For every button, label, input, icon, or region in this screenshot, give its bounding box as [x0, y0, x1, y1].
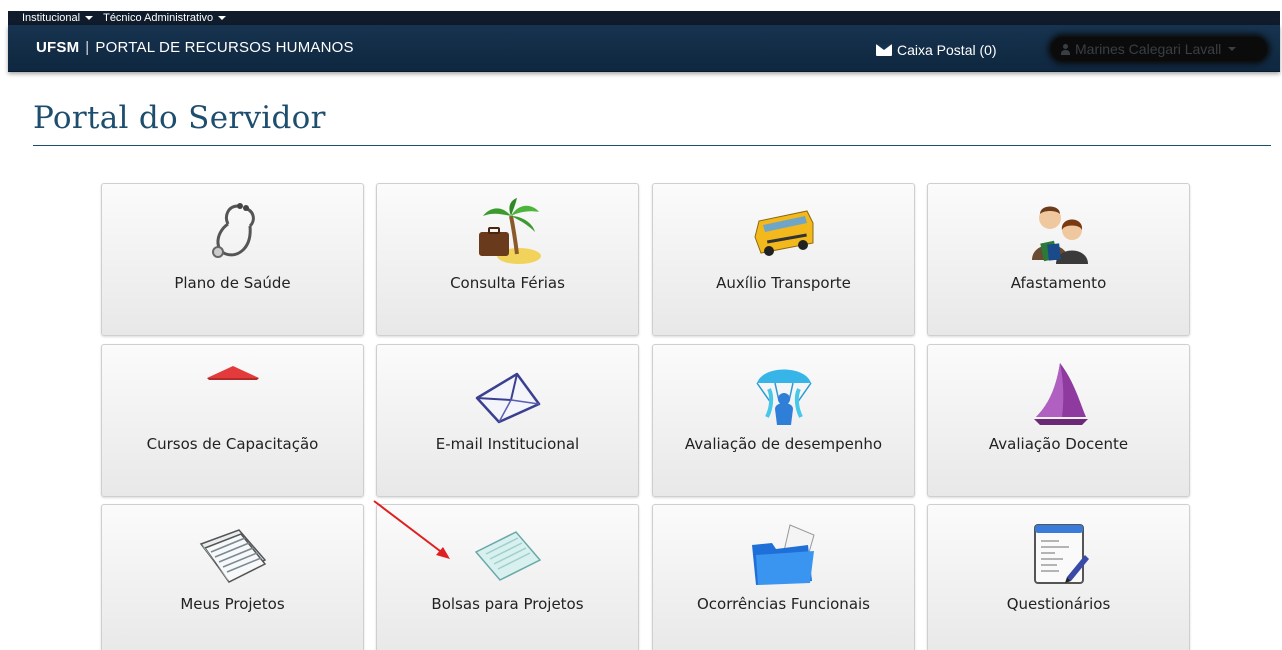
tile-label: Consulta Férias [450, 274, 565, 292]
user-name: Marines Calegari Lavall [1075, 41, 1222, 57]
people-icon [928, 198, 1189, 268]
caret-down-icon [85, 16, 94, 20]
mailbox-link[interactable]: Caixa Postal (0) [876, 42, 997, 58]
menu-tecnico-administrativo-label: Técnico Administrativo [103, 12, 214, 24]
envelope-icon [876, 44, 892, 56]
tile-afastamento[interactable]: Afastamento [927, 183, 1190, 336]
menu-institucional-label: Institucional [22, 12, 81, 24]
tile-label: Plano de Saúde [174, 274, 291, 292]
menu-institucional[interactable]: Institucional [22, 11, 94, 25]
tile-bolsas-para-projetos[interactable]: Bolsas para Projetos [376, 504, 639, 650]
ledger-papers-icon [102, 519, 363, 589]
caret-down-icon [218, 16, 227, 20]
top-menu: Institucional Técnico Administrativo [8, 11, 1280, 25]
tile-label: Avaliação de desempenho [684, 435, 883, 453]
tile-label: Bolsas para Projetos [431, 595, 584, 613]
tile-label: Auxílio Transporte [716, 274, 851, 292]
tile-ocorrencias-funcionais[interactable]: Ocorrências Funcionais [652, 504, 915, 650]
red-triangle-icon [102, 357, 363, 387]
tile-label: E-mail Institucional [435, 435, 580, 453]
parachute-person-icon [653, 359, 914, 429]
envelope-icon [377, 359, 638, 429]
palm-tree-suitcase-icon [377, 198, 638, 268]
tile-auxilio-transporte[interactable]: Auxílio Transporte [652, 183, 915, 336]
tile-label: Cursos de Capacitação [146, 435, 319, 453]
navbar: UFSM | PORTAL DE RECURSOS HUMANOS Caixa Po… [8, 25, 1280, 72]
tile-label: Afastamento [1010, 274, 1107, 292]
tile-meus-projetos[interactable]: Meus Projetos [101, 504, 364, 650]
stethoscope-icon [102, 198, 363, 268]
tile-cursos-de-capacitacao[interactable]: Cursos de Capacitação [101, 344, 364, 497]
menu-tecnico-administrativo[interactable]: Técnico Administrativo [103, 11, 227, 25]
user-menu[interactable]: Marines Calegari Lavall [1051, 37, 1267, 61]
title-divider [33, 145, 1271, 146]
tile-avaliacao-de-desempenho[interactable]: Avaliação de desempenho [652, 344, 915, 497]
tile-label: Meus Projetos [180, 595, 285, 613]
tile-email-institucional[interactable]: E-mail Institucional [376, 344, 639, 497]
page-title: Portal do Servidor [33, 100, 326, 136]
tile-plano-de-saude[interactable]: Plano de Saúde [101, 183, 364, 336]
tile-avaliacao-docente[interactable]: Avaliação Docente [927, 344, 1190, 497]
brand-ufsm: UFSM [36, 39, 80, 56]
tile-label: Avaliação Docente [988, 435, 1129, 453]
school-bus-icon [653, 198, 914, 268]
notepad-icon [377, 519, 638, 589]
brand-title: PORTAL DE RECURSOS HUMANOS [95, 39, 354, 56]
tile-questionarios[interactable]: Questionários [927, 504, 1190, 650]
tile-consulta-ferias[interactable]: Consulta Férias [376, 183, 639, 336]
blue-folder-icon [653, 519, 914, 589]
tile-label: Questionários [1006, 595, 1111, 613]
mailbox-label: Caixa Postal (0) [897, 42, 997, 58]
user-icon [1061, 43, 1070, 55]
tile-label: Ocorrências Funcionais [697, 595, 870, 613]
caret-down-icon [1228, 47, 1237, 51]
sail-icon [928, 359, 1189, 429]
brand-separator: | [85, 39, 90, 56]
brand[interactable]: UFSM | PORTAL DE RECURSOS HUMANOS [36, 39, 354, 56]
questionnaire-document-icon [928, 519, 1189, 589]
